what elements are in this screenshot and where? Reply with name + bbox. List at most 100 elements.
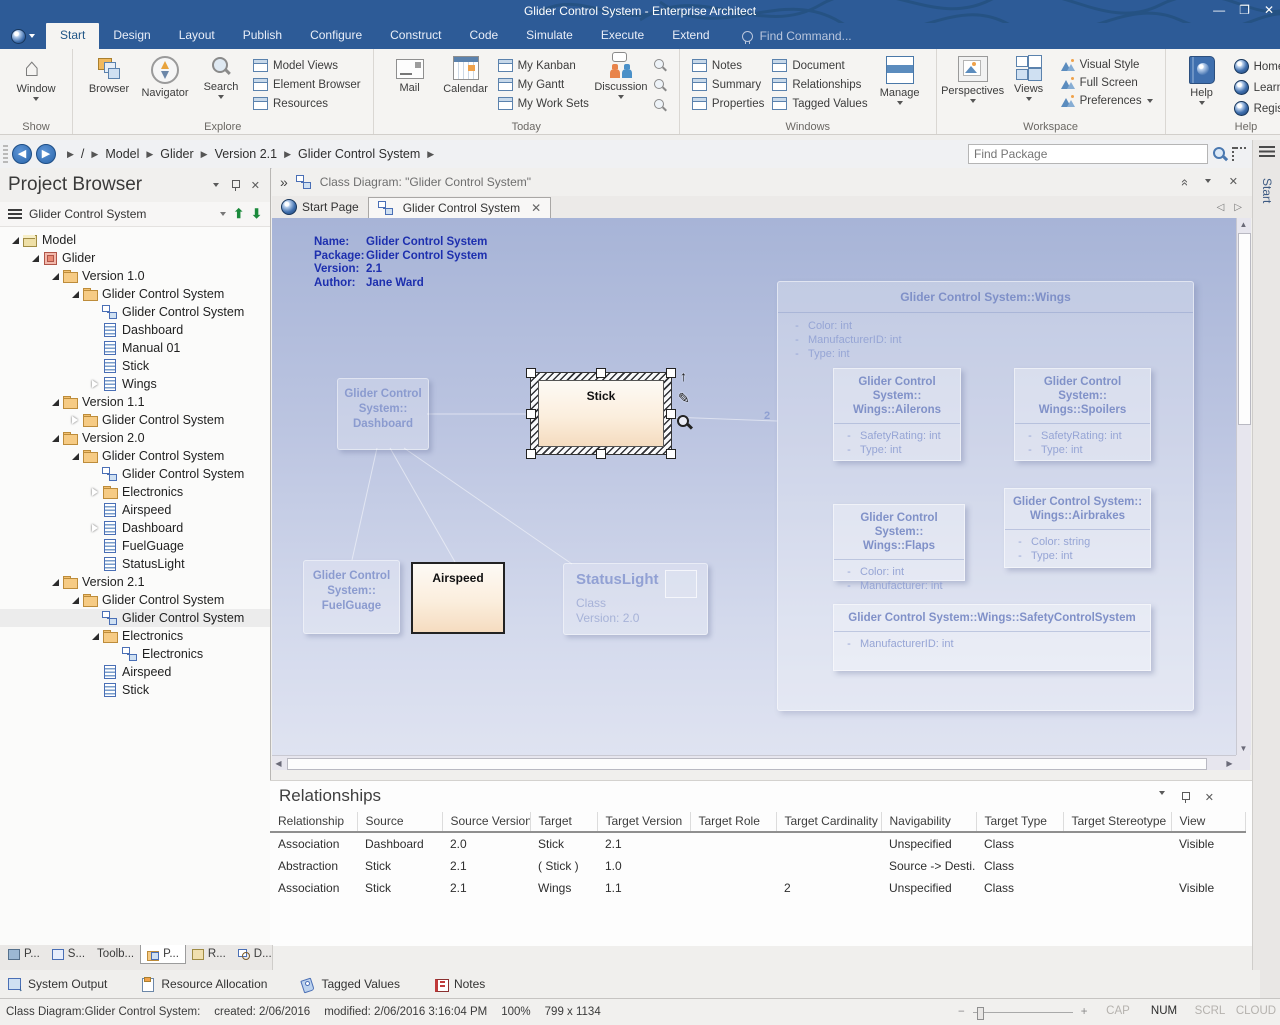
scroll-up-icon[interactable]: ▲ bbox=[1237, 218, 1250, 231]
start-side-tab[interactable]: Start bbox=[1260, 178, 1274, 203]
tree-item-glider-control-system[interactable]: Glider Control System bbox=[0, 465, 270, 483]
breadcrumb-item[interactable]: / bbox=[81, 147, 84, 161]
class-ailerons[interactable]: Glider Control System:: Wings::Ailerons-… bbox=[833, 368, 961, 461]
horizontal-scrollbar[interactable]: ◀ ▶ bbox=[272, 755, 1236, 771]
tab-scroll-left-icon[interactable]: ◁ bbox=[1217, 202, 1225, 213]
zoom-slider[interactable] bbox=[973, 1012, 1073, 1013]
back-button[interactable]: ◀ bbox=[12, 144, 32, 164]
tree-item-stick[interactable]: Stick bbox=[0, 357, 270, 375]
tree-item-glider-control-system[interactable]: Glider Control System bbox=[0, 411, 270, 429]
selection-handle[interactable] bbox=[666, 409, 676, 419]
close-icon[interactable]: ✕ bbox=[1264, 3, 1274, 17]
ribbon-button-my-gantt[interactable]: My Gantt bbox=[498, 78, 589, 91]
close-icon[interactable]: ✕ bbox=[1205, 791, 1214, 804]
ribbon-tab-construct[interactable]: Construct bbox=[376, 23, 455, 49]
ribbon-button-summary[interactable]: Summary bbox=[692, 78, 764, 91]
table-row[interactable]: AssociationStick2.1Wings1.12UnspecifiedC… bbox=[270, 877, 1245, 899]
class-flaps[interactable]: Glider Control System:: Wings::Flaps-Col… bbox=[833, 504, 965, 581]
column-header-target[interactable]: Target bbox=[530, 812, 597, 832]
ribbon-tab-publish[interactable]: Publish bbox=[229, 23, 296, 49]
dock-tab-r[interactable]: R... bbox=[186, 945, 232, 963]
tree-item-dashboard[interactable]: Dashboard bbox=[0, 519, 270, 537]
selection-handle[interactable] bbox=[666, 449, 676, 459]
browser-menu-icon[interactable] bbox=[8, 209, 22, 219]
panel-menu-icon[interactable] bbox=[213, 183, 219, 187]
menu-icon[interactable] bbox=[1259, 146, 1275, 158]
ribbon-button-properties[interactable]: Properties bbox=[692, 97, 764, 110]
selection-handle[interactable] bbox=[596, 449, 606, 459]
ribbon-button-search[interactable] bbox=[653, 99, 667, 113]
class-stick-selected[interactable]: Stick bbox=[530, 372, 672, 455]
tree-item-glider[interactable]: Glider bbox=[0, 249, 270, 267]
close-icon[interactable]: ✕ bbox=[1229, 175, 1238, 190]
tree-item-version-1.1[interactable]: Version 1.1 bbox=[0, 393, 270, 411]
dock-tab-resource-allocation[interactable]: Resource Allocation bbox=[141, 977, 267, 991]
ribbon-tab-design[interactable]: Design bbox=[99, 23, 164, 49]
dock-tab-p[interactable]: P... bbox=[140, 945, 186, 964]
drag-handle[interactable] bbox=[3, 145, 8, 163]
ribbon-button-tagged-values[interactable]: Tagged Values bbox=[772, 97, 867, 110]
quicklinker-icon[interactable]: ✎ bbox=[678, 390, 690, 407]
tree-item-glider-control-system[interactable]: Glider Control System bbox=[0, 303, 270, 321]
selection-handle[interactable] bbox=[596, 368, 606, 378]
tree-item-version-2.1[interactable]: Version 2.1 bbox=[0, 573, 270, 591]
tree-item-dashboard[interactable]: Dashboard bbox=[0, 321, 270, 339]
scroll-right-icon[interactable]: ▶ bbox=[1223, 757, 1236, 770]
tree-item-electronics[interactable]: Electronics bbox=[0, 483, 270, 501]
breadcrumb-item[interactable]: Model bbox=[105, 147, 139, 161]
class-airspeed[interactable]: Airspeed bbox=[411, 562, 505, 634]
column-header-source[interactable]: Source bbox=[357, 812, 442, 832]
vertical-scrollbar[interactable]: ▲ ▼ bbox=[1236, 218, 1251, 755]
expander-icon[interactable] bbox=[68, 416, 82, 424]
zoom-out-icon[interactable]: − bbox=[958, 1006, 965, 1018]
breadcrumb-item[interactable]: Version 2.1 bbox=[215, 147, 278, 161]
tree-item-fuelguage[interactable]: FuelGuage bbox=[0, 537, 270, 555]
forward-button[interactable]: ▶ bbox=[36, 144, 56, 164]
dock-tab-toolb[interactable]: Toolb... bbox=[91, 945, 140, 963]
tree-item-glider-control-system[interactable]: Glider Control System bbox=[0, 609, 270, 627]
selection-handle[interactable] bbox=[526, 449, 536, 459]
restore-icon[interactable]: ❐ bbox=[1239, 3, 1250, 17]
move-arrow-icon[interactable]: ↑ bbox=[680, 368, 687, 384]
ribbon-button-views[interactable]: Views bbox=[1001, 53, 1057, 101]
expander-icon[interactable] bbox=[8, 237, 22, 244]
column-header-relationship[interactable]: Relationship bbox=[270, 812, 357, 832]
tab-start-page[interactable]: Start Page bbox=[272, 196, 368, 218]
class-fuelguage-ghost[interactable]: Glider Control System:: FuelGuage bbox=[303, 560, 400, 634]
ribbon-button-calendar[interactable]: Calendar bbox=[438, 53, 494, 95]
column-header-target-role[interactable]: Target Role bbox=[690, 812, 776, 832]
search-icon[interactable] bbox=[1212, 146, 1228, 162]
dock-tab-notes[interactable]: Notes bbox=[434, 977, 485, 991]
expander-icon[interactable] bbox=[48, 579, 62, 586]
expander-icon[interactable] bbox=[28, 255, 42, 262]
expander-icon[interactable] bbox=[48, 435, 62, 442]
chevron-down-icon[interactable] bbox=[220, 212, 226, 216]
expander-icon[interactable] bbox=[48, 273, 62, 280]
selection-handle[interactable] bbox=[526, 368, 536, 378]
package-wings[interactable]: Glider Control System::Wings -Color: int… bbox=[777, 281, 1194, 711]
column-header-target-version[interactable]: Target Version bbox=[597, 812, 690, 832]
scrollbar-thumb[interactable] bbox=[1238, 233, 1251, 425]
ribbon-button-resources[interactable]: Resources bbox=[253, 97, 361, 110]
ribbon-button-window[interactable]: Window bbox=[8, 53, 64, 101]
zoom-slider-thumb[interactable] bbox=[977, 1007, 984, 1020]
scrollbar-thumb[interactable] bbox=[287, 758, 1207, 770]
ribbon-tab-execute[interactable]: Execute bbox=[587, 23, 658, 49]
expander-icon[interactable] bbox=[68, 597, 82, 604]
move-down-icon[interactable]: ⬇ bbox=[251, 206, 262, 222]
column-header-target-type[interactable]: Target Type bbox=[976, 812, 1063, 832]
scroll-down-icon[interactable]: ▼ bbox=[1237, 742, 1250, 755]
collapse-icon[interactable]: » bbox=[1176, 178, 1191, 185]
column-header-target-stereotype[interactable]: Target Stereotype bbox=[1063, 812, 1171, 832]
expander-icon[interactable] bbox=[68, 291, 82, 298]
ribbon-button-discussion[interactable]: Discussion bbox=[593, 53, 649, 99]
close-icon[interactable]: ✕ bbox=[251, 179, 260, 192]
tree-item-airspeed[interactable]: Airspeed bbox=[0, 501, 270, 519]
dock-tab-system-output[interactable]: System Output bbox=[8, 977, 107, 991]
tree-item-glider-control-system[interactable]: Glider Control System bbox=[0, 447, 270, 465]
ribbon-button-visual-style[interactable]: Visual Style bbox=[1061, 59, 1153, 71]
expander-icon[interactable] bbox=[68, 453, 82, 460]
ribbon-button-search[interactable] bbox=[653, 79, 667, 93]
ribbon-button-manage[interactable]: Manage bbox=[872, 53, 928, 105]
expander-icon[interactable] bbox=[88, 380, 102, 388]
